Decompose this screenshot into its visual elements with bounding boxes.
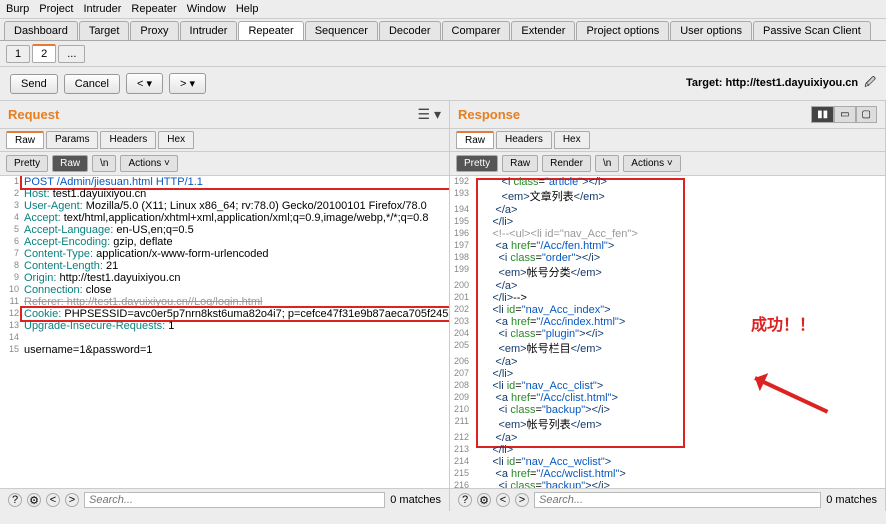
response-pretty-btn[interactable]: Pretty — [456, 155, 498, 172]
repeater-toolbar: Send Cancel < ▾ > ▾ Target: http://test1… — [0, 67, 886, 101]
response-title: Response — [458, 107, 520, 122]
subtab-add[interactable]: ... — [58, 45, 85, 63]
menu-project[interactable]: Project — [39, 3, 73, 15]
response-footer: ? ⚙ < > 0 matches — [450, 488, 885, 511]
send-button[interactable]: Send — [10, 74, 58, 94]
response-hex-tab[interactable]: Hex — [554, 131, 590, 149]
tab-repeater[interactable]: Repeater — [238, 21, 303, 40]
request-params-tab[interactable]: Params — [46, 131, 98, 149]
tab-comparer[interactable]: Comparer — [442, 21, 511, 40]
menu-repeater[interactable]: Repeater — [131, 3, 176, 15]
subtab-2[interactable]: 2 — [32, 44, 56, 63]
request-pane: Request ☰ ▾ Raw Params Headers Hex Prett… — [0, 101, 450, 511]
tab-passive-scan[interactable]: Passive Scan Client — [753, 21, 871, 40]
response-raw-btn[interactable]: Raw — [502, 155, 538, 172]
request-nl-btn[interactable]: \n — [92, 155, 116, 172]
request-headers-tab[interactable]: Headers — [100, 131, 156, 149]
search-help-icon[interactable]: ? — [8, 493, 22, 507]
response-pane: Response ▮▮ ▭ ▢ Raw Headers Hex Pretty R… — [450, 101, 886, 511]
request-footer: ? ⚙ < > 0 matches — [0, 488, 449, 511]
history-next-button[interactable]: > ▾ — [169, 73, 206, 94]
cancel-button[interactable]: Cancel — [64, 74, 120, 94]
request-raw-btn[interactable]: Raw — [52, 155, 88, 172]
toggle-dual-icon[interactable]: ▮▮ — [811, 106, 834, 123]
menubar: Burp Project Intruder Repeater Window He… — [0, 0, 886, 19]
search-help-icon[interactable]: ? — [458, 493, 472, 507]
search-back-icon[interactable]: < — [496, 493, 510, 507]
request-pretty-btn[interactable]: Pretty — [6, 155, 48, 172]
tab-project-options[interactable]: Project options — [576, 21, 669, 40]
menu-burp[interactable]: Burp — [6, 3, 29, 15]
response-headers-tab[interactable]: Headers — [496, 131, 552, 149]
menu-help[interactable]: Help — [236, 3, 259, 15]
tab-extender[interactable]: Extender — [511, 21, 575, 40]
tab-user-options[interactable]: User options — [670, 21, 752, 40]
tab-target[interactable]: Target — [79, 21, 130, 40]
response-nl-btn[interactable]: \n — [595, 155, 619, 172]
tab-proxy[interactable]: Proxy — [130, 21, 178, 40]
search-settings-icon[interactable]: ⚙ — [27, 493, 41, 507]
toggle-split-icon[interactable]: ▭ — [834, 106, 855, 123]
subtab-1[interactable]: 1 — [6, 45, 30, 63]
request-search-input[interactable] — [84, 492, 385, 508]
main-tabbar: Dashboard Target Proxy Intruder Repeater… — [0, 19, 886, 41]
request-match-count: 0 matches — [390, 494, 441, 506]
request-actions-btn[interactable]: Actions ˅ — [120, 155, 177, 172]
layout-icon[interactable]: ☰ ▾ — [418, 106, 441, 123]
tab-dashboard[interactable]: Dashboard — [4, 21, 78, 40]
tab-sequencer[interactable]: Sequencer — [305, 21, 378, 40]
response-raw-tab[interactable]: Raw — [456, 131, 494, 149]
request-hex-tab[interactable]: Hex — [158, 131, 194, 149]
request-editor[interactable]: 1POST /Admin/jiesuan.html HTTP/1.1 2Host… — [0, 176, 449, 488]
search-back-icon[interactable]: < — [46, 493, 60, 507]
request-title: Request — [8, 107, 59, 122]
menu-intruder[interactable]: Intruder — [84, 3, 122, 15]
response-search-input[interactable] — [534, 492, 821, 508]
menu-window[interactable]: Window — [187, 3, 226, 15]
search-fwd-icon[interactable]: > — [65, 493, 79, 507]
response-actions-btn[interactable]: Actions ˅ — [623, 155, 680, 172]
search-fwd-icon[interactable]: > — [515, 493, 529, 507]
repeater-subtabs: 1 2 ... — [0, 41, 886, 67]
history-prev-button[interactable]: < ▾ — [126, 73, 163, 94]
tab-decoder[interactable]: Decoder — [379, 21, 441, 40]
search-settings-icon[interactable]: ⚙ — [477, 493, 491, 507]
toggle-single-icon[interactable]: ▢ — [856, 106, 877, 123]
tab-intruder[interactable]: Intruder — [180, 21, 238, 40]
response-render-btn[interactable]: Render — [542, 155, 591, 172]
response-match-count: 0 matches — [826, 494, 877, 506]
request-raw-tab[interactable]: Raw — [6, 131, 44, 149]
target-display[interactable]: Target: http://test1.dayuixiyou.cn 🖉 — [686, 74, 876, 93]
response-editor[interactable]: 成功！！ 192 <i class="article"></i>193 <em>… — [450, 176, 885, 488]
